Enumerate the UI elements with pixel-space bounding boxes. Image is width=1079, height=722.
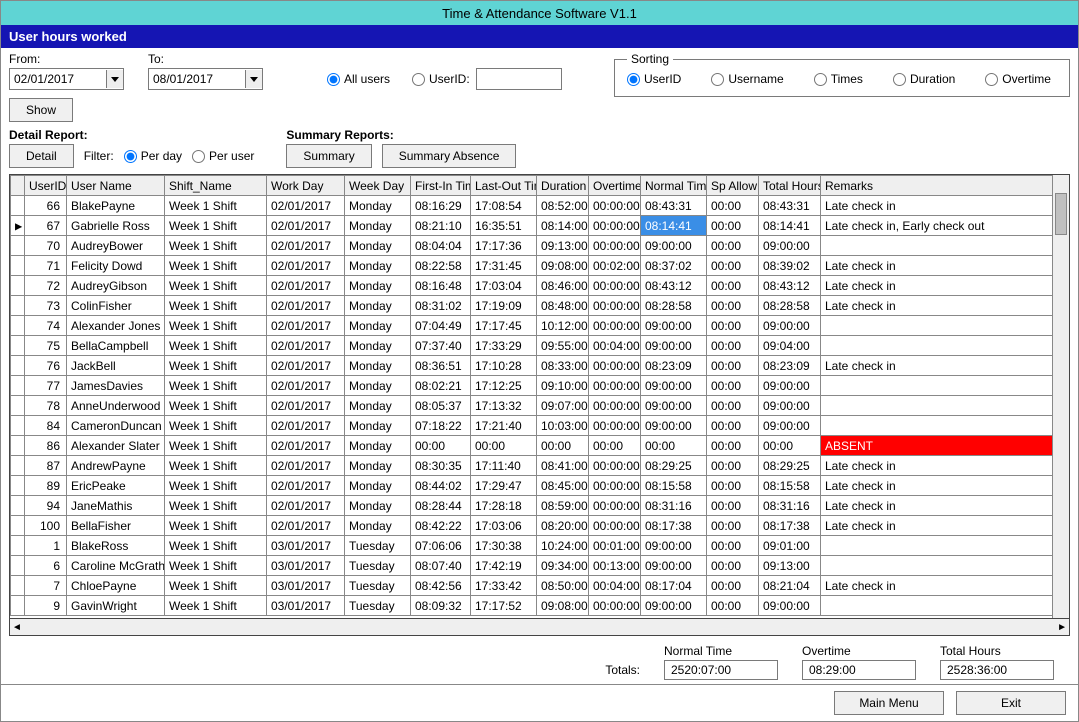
- page-subtitle: User hours worked: [1, 25, 1078, 48]
- column-header[interactable]: Work Day: [267, 176, 345, 196]
- to-date-input[interactable]: [149, 70, 245, 88]
- table-row[interactable]: 89EricPeakeWeek 1 Shift02/01/2017Monday0…: [11, 476, 1069, 496]
- table-row[interactable]: 66BlakePayneWeek 1 Shift02/01/2017Monday…: [11, 196, 1069, 216]
- table-row[interactable]: 87AndrewPayneWeek 1 Shift02/01/2017Monda…: [11, 456, 1069, 476]
- column-header[interactable]: Last-Out Time: [471, 176, 537, 196]
- summary-absence-button[interactable]: Summary Absence: [382, 144, 517, 168]
- overtime-label: Overtime: [802, 644, 916, 658]
- col-marker: [11, 176, 25, 196]
- totals-label: Totals:: [605, 663, 640, 680]
- column-header[interactable]: Duration: [537, 176, 589, 196]
- total-hours-total: 2528:36:00: [940, 660, 1054, 680]
- vertical-scrollbar[interactable]: [1052, 175, 1069, 618]
- table-row[interactable]: 76JackBellWeek 1 Shift02/01/2017Monday08…: [11, 356, 1069, 376]
- overtime-total: 08:29:00: [802, 660, 916, 680]
- table-row[interactable]: 9GavinWrightWeek 1 Shift03/01/2017Tuesda…: [11, 596, 1069, 616]
- normal-time-label: Normal Time: [664, 644, 778, 658]
- table-row[interactable]: 77JamesDaviesWeek 1 Shift02/01/2017Monda…: [11, 376, 1069, 396]
- table-row[interactable]: 1BlakeRossWeek 1 Shift03/01/2017Tuesday0…: [11, 536, 1069, 556]
- normal-time-total: 2520:07:00: [664, 660, 778, 680]
- chevron-down-icon[interactable]: [245, 70, 262, 88]
- sort-overtime-radio[interactable]: Overtime: [985, 72, 1051, 86]
- table-row[interactable]: ▶67Gabrielle RossWeek 1 Shift02/01/2017M…: [11, 216, 1069, 236]
- window-title: Time & Attendance Software V1.1: [1, 1, 1078, 25]
- summary-reports-label: Summary Reports:: [286, 128, 516, 142]
- sort-userid-radio[interactable]: UserID: [627, 72, 681, 86]
- to-date-combo[interactable]: [148, 68, 263, 90]
- detail-report-label: Detail Report:: [9, 128, 254, 142]
- userid-radio[interactable]: UserID:: [412, 72, 470, 86]
- table-row[interactable]: 6Caroline McGrathWeek 1 Shift03/01/2017T…: [11, 556, 1069, 576]
- to-label: To:: [148, 52, 263, 66]
- table-row[interactable]: 78AnneUnderwoodWeek 1 Shift02/01/2017Mon…: [11, 396, 1069, 416]
- scroll-left-icon[interactable]: ◄: [12, 622, 22, 633]
- table-row[interactable]: 74Alexander JonesWeek 1 Shift02/01/2017M…: [11, 316, 1069, 336]
- exit-button[interactable]: Exit: [956, 691, 1066, 715]
- summary-button[interactable]: Summary: [286, 144, 371, 168]
- column-header[interactable]: First-In Time: [411, 176, 471, 196]
- column-header[interactable]: Week Day: [345, 176, 411, 196]
- column-header[interactable]: Overtime: [589, 176, 641, 196]
- column-header[interactable]: Shift_Name: [165, 176, 267, 196]
- table-row[interactable]: 72AudreyGibsonWeek 1 Shift02/01/2017Mond…: [11, 276, 1069, 296]
- column-header[interactable]: UserID: [25, 176, 67, 196]
- per-user-radio[interactable]: Per user: [192, 149, 254, 163]
- column-header[interactable]: Total Hours: [759, 176, 821, 196]
- table-row[interactable]: 86Alexander SlaterWeek 1 Shift02/01/2017…: [11, 436, 1069, 456]
- filter-label: Filter:: [84, 149, 114, 163]
- userid-input[interactable]: [476, 68, 562, 90]
- sorting-legend: Sorting: [627, 52, 673, 66]
- scroll-right-icon[interactable]: ►: [1057, 622, 1067, 633]
- total-hours-label: Total Hours: [940, 644, 1054, 658]
- column-header[interactable]: Remarks: [821, 176, 1069, 196]
- table-row[interactable]: 71Felicity DowdWeek 1 Shift02/01/2017Mon…: [11, 256, 1069, 276]
- table-row[interactable]: 70AudreyBowerWeek 1 Shift02/01/2017Monda…: [11, 236, 1069, 256]
- table-row[interactable]: 84CameronDuncanWeek 1 Shift02/01/2017Mon…: [11, 416, 1069, 436]
- from-date-combo[interactable]: [9, 68, 124, 90]
- detail-button[interactable]: Detail: [9, 144, 74, 168]
- table-row[interactable]: 75BellaCampbellWeek 1 Shift02/01/2017Mon…: [11, 336, 1069, 356]
- column-header[interactable]: Sp Allow: [707, 176, 759, 196]
- sort-duration-radio[interactable]: Duration: [893, 72, 955, 86]
- horizontal-scrollbar[interactable]: ◄ ►: [9, 619, 1070, 636]
- sort-username-radio[interactable]: Username: [711, 72, 783, 86]
- table-row[interactable]: 73ColinFisherWeek 1 Shift02/01/2017Monda…: [11, 296, 1069, 316]
- table-row[interactable]: 94JaneMathisWeek 1 Shift02/01/2017Monday…: [11, 496, 1069, 516]
- from-label: From:: [9, 52, 124, 66]
- from-date-input[interactable]: [10, 70, 106, 88]
- per-day-radio[interactable]: Per day: [124, 149, 182, 163]
- sort-times-radio[interactable]: Times: [814, 72, 863, 86]
- column-header[interactable]: Normal Time: [641, 176, 707, 196]
- column-header[interactable]: User Name: [67, 176, 165, 196]
- table-row[interactable]: 7ChloePayneWeek 1 Shift03/01/2017Tuesday…: [11, 576, 1069, 596]
- main-menu-button[interactable]: Main Menu: [834, 691, 944, 715]
- data-grid[interactable]: UserIDUser NameShift_NameWork DayWeek Da…: [9, 174, 1070, 619]
- table-row[interactable]: 100BellaFisherWeek 1 Shift02/01/2017Mond…: [11, 516, 1069, 536]
- sorting-group: Sorting UserID Username Times Duration O…: [614, 52, 1070, 97]
- show-button[interactable]: Show: [9, 98, 73, 122]
- all-users-radio[interactable]: All users: [327, 72, 390, 86]
- chevron-down-icon[interactable]: [106, 70, 123, 88]
